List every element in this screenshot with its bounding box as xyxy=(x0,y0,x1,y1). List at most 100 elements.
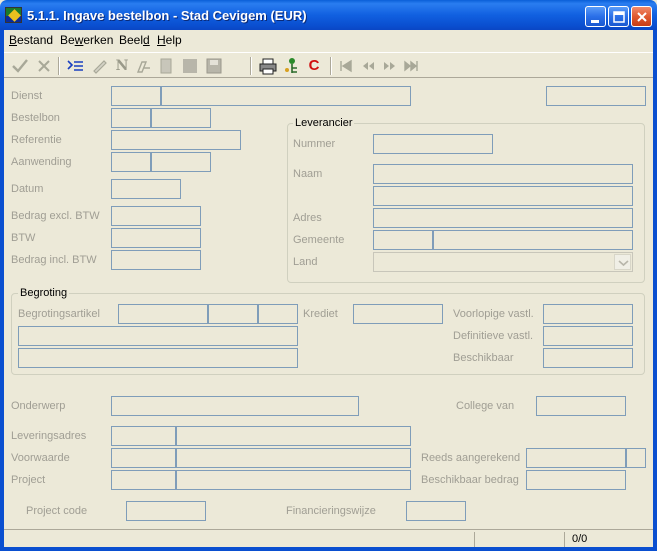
top-right-field[interactable] xyxy=(546,86,646,106)
c-icon[interactable]: C xyxy=(304,56,324,76)
dienst-label: Dienst xyxy=(11,90,43,102)
btw-label: BTW xyxy=(11,232,36,244)
voorwaarde-name-field[interactable] xyxy=(176,448,411,468)
menu-beeld[interactable]: Beeld xyxy=(119,33,150,47)
bedrag-incl-label: Bedrag incl. BTW xyxy=(11,254,97,266)
list-arrow-icon[interactable] xyxy=(66,56,86,76)
next-icon[interactable] xyxy=(380,56,400,76)
beschikbaar-bedrag-field[interactable] xyxy=(526,470,626,490)
dienst-name-field[interactable] xyxy=(161,86,411,106)
project-code-input[interactable] xyxy=(126,501,206,521)
postcode-field[interactable] xyxy=(373,230,433,250)
beschikbaar-bedrag-label: Beschikbaar bedrag xyxy=(421,474,519,486)
status-bar: 0/0 xyxy=(4,529,653,547)
nummer-label: Nummer xyxy=(293,138,336,150)
onderwerp-label: Onderwerp xyxy=(11,400,66,412)
toolbar: N C xyxy=(4,52,653,78)
prev-icon[interactable] xyxy=(358,56,378,76)
referentie-label: Referentie xyxy=(11,134,62,146)
aanwending-name-field[interactable] xyxy=(151,152,211,172)
menu-help[interactable]: Help xyxy=(157,33,182,47)
reeds-aangerekend-field[interactable] xyxy=(526,448,626,468)
close-icon xyxy=(637,12,647,22)
krediet-field[interactable] xyxy=(353,304,443,324)
project-label: Project xyxy=(11,474,46,486)
begroting-omschrijving-field-2[interactable] xyxy=(18,348,298,368)
beschikbaar-field[interactable] xyxy=(543,348,633,368)
project-code-field[interactable] xyxy=(111,470,176,490)
datum-label: Datum xyxy=(11,183,44,195)
krediet-label: Krediet xyxy=(303,308,338,320)
nummer-field[interactable] xyxy=(373,134,493,154)
beschikbaar-label: Beschikbaar xyxy=(453,352,514,364)
begrotingsartikel-field-1[interactable] xyxy=(118,304,208,324)
begroting-omschrijving-field-1[interactable] xyxy=(18,326,298,346)
bestelbon-year-field[interactable] xyxy=(111,108,151,128)
last-icon[interactable] xyxy=(402,56,422,76)
bedrag-excl-label: Bedrag excl. BTW xyxy=(11,210,100,222)
status-divider-1 xyxy=(474,532,475,547)
window-frame-right xyxy=(653,30,657,551)
dienst-code-field[interactable] xyxy=(111,86,161,106)
bestelbon-number-field[interactable] xyxy=(151,108,211,128)
window-frame-left xyxy=(0,30,4,551)
bedrag-incl-field[interactable] xyxy=(111,250,201,270)
status-divider-2 xyxy=(564,532,565,547)
voorwaarde-label: Voorwaarde xyxy=(11,452,70,464)
naam-field-2[interactable] xyxy=(373,186,633,206)
minimize-icon xyxy=(591,20,599,23)
tree-icon[interactable] xyxy=(282,56,302,76)
datum-field[interactable] xyxy=(111,179,181,199)
leveringsadres-code-field[interactable] xyxy=(111,426,176,446)
bedrag-excl-field[interactable] xyxy=(111,206,201,226)
begrotingsartikel-field-2[interactable] xyxy=(208,304,258,324)
aanwending-code-field[interactable] xyxy=(111,152,151,172)
cross-icon[interactable] xyxy=(34,56,54,76)
new-icon[interactable]: N xyxy=(112,56,132,76)
onderwerp-field[interactable] xyxy=(111,396,359,416)
chevron-down-icon[interactable] xyxy=(614,254,631,270)
leveringsadres-name-field[interactable] xyxy=(176,426,411,446)
bestelbon-label: Bestelbon xyxy=(11,112,60,124)
voorlopige-field[interactable] xyxy=(543,304,633,324)
voorwaarde-code-field[interactable] xyxy=(111,448,176,468)
project-name-field[interactable] xyxy=(176,470,411,490)
gemeente-field[interactable] xyxy=(433,230,633,250)
gemeente-label: Gemeente xyxy=(293,234,345,246)
college-van-field[interactable] xyxy=(536,396,626,416)
record-count: 0/0 xyxy=(572,533,588,545)
leverancier-title: Leverancier xyxy=(293,117,355,129)
menu-bestand[interactable]: Bestand xyxy=(9,33,53,47)
check-icon[interactable] xyxy=(10,56,30,76)
begrotingsartikel-field-3[interactable] xyxy=(258,304,298,324)
minimize-button[interactable] xyxy=(585,6,606,27)
menu-bar: Bestand Bewerken Beeld Help xyxy=(4,30,653,50)
blank-icon[interactable] xyxy=(180,56,200,76)
close-button[interactable] xyxy=(631,6,652,27)
reeds-aangerekend-button[interactable] xyxy=(626,448,646,468)
referentie-field[interactable] xyxy=(111,130,241,150)
definitieve-field[interactable] xyxy=(543,326,633,346)
window-title: 5.1.1. Ingave bestelbon - Stad Cevigem (… xyxy=(27,8,307,23)
copy-icon[interactable] xyxy=(134,56,154,76)
menu-bewerken[interactable]: Bewerken xyxy=(60,33,113,47)
btw-field[interactable] xyxy=(111,228,201,248)
maximize-icon xyxy=(613,11,625,23)
adres-field[interactable] xyxy=(373,208,633,228)
edit-icon[interactable] xyxy=(90,56,110,76)
print-icon[interactable] xyxy=(258,56,278,76)
begroting-title: Begroting xyxy=(18,287,70,299)
land-select[interactable] xyxy=(373,252,633,272)
app-icon[interactable] xyxy=(5,7,22,23)
naam-field-1[interactable] xyxy=(373,164,633,184)
first-icon[interactable] xyxy=(336,56,356,76)
begrotingsartikel-label: Begrotingsartikel xyxy=(18,308,100,320)
window-frame-bottom xyxy=(0,547,657,551)
aanwending-label: Aanwending xyxy=(11,156,72,168)
save-icon[interactable] xyxy=(204,56,224,76)
reeds-aangerekend-label: Reeds aangerekend xyxy=(421,452,521,464)
title-bar[interactable]: 5.1.1. Ingave bestelbon - Stad Cevigem (… xyxy=(0,0,657,30)
financieringswijze-field[interactable] xyxy=(406,501,466,521)
maximize-button[interactable] xyxy=(608,6,629,27)
page-icon[interactable] xyxy=(156,56,176,76)
